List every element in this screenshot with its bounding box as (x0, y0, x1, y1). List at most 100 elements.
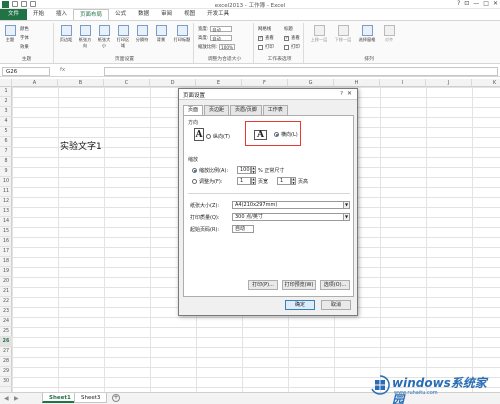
row-header[interactable]: 11 (0, 187, 12, 197)
print-quality-dropdown-icon[interactable]: ▼ (343, 214, 349, 220)
paper-size-dropdown-icon[interactable]: ▼ (343, 202, 349, 208)
row-header[interactable]: 9 (0, 167, 12, 177)
row-header[interactable]: 1 (0, 87, 12, 97)
print-area-button[interactable]: 打印区域 (115, 25, 131, 49)
adjust-to-radio[interactable] (192, 168, 197, 173)
row-header[interactable]: 2 (0, 97, 12, 107)
fit-tall-spinner[interactable]: ▲ ▼ (291, 177, 296, 185)
column-header[interactable]: H (334, 79, 380, 87)
margins-button[interactable]: 页边距 (58, 25, 74, 43)
cancel-button[interactable]: 取消 (321, 300, 351, 310)
column-header[interactable]: A (12, 79, 58, 87)
tab-review[interactable]: 审阅 (155, 9, 178, 20)
row-header[interactable]: 3 (0, 107, 12, 117)
size-button[interactable]: 纸张大小 (96, 25, 112, 49)
orientation-button[interactable]: 纸张方向 (77, 25, 93, 49)
tab-developer[interactable]: 开发工具 (201, 9, 235, 20)
ribbon-display-icon[interactable]: ⊡ (464, 0, 469, 7)
row-header[interactable]: 4 (0, 117, 12, 127)
print-button[interactable]: 打印(P)... (248, 280, 278, 290)
insert-function-icon[interactable]: fx (60, 67, 65, 73)
row-header[interactable]: 23 (0, 307, 12, 317)
tab-file[interactable]: 文件 (0, 9, 28, 20)
row-header[interactable]: 27 (0, 347, 12, 357)
row-header[interactable]: 28 (0, 357, 12, 367)
select-all-corner[interactable] (0, 79, 12, 87)
first-page-number-input[interactable]: 自动 (232, 225, 254, 233)
dialog-help-icon[interactable]: ? (340, 91, 343, 97)
breaks-button[interactable]: 分隔符 (134, 25, 150, 43)
ok-button[interactable]: 确定 (285, 300, 315, 310)
column-header[interactable]: G (288, 79, 334, 87)
row-header[interactable]: 30 (0, 377, 12, 387)
effects-menu[interactable]: 效果 (20, 44, 29, 50)
row-header[interactable]: 8 (0, 157, 12, 167)
adjust-to-spinner[interactable]: ▲ ▼ (251, 166, 256, 174)
fit-to-option[interactable]: 调整为(F): (192, 178, 222, 185)
paper-size-select[interactable]: A4(210x297mm) ▼ (232, 201, 350, 209)
formula-input[interactable] (104, 67, 498, 76)
name-box[interactable]: G26 (2, 67, 50, 76)
row-header[interactable]: 6 (0, 137, 12, 147)
height-select[interactable]: 自动 (210, 35, 233, 41)
row-header[interactable]: 20 (0, 277, 12, 287)
dialog-close-icon[interactable]: ✕ (345, 90, 354, 98)
dialog-tab-margins[interactable]: 页边距 (204, 105, 230, 115)
maximize-button[interactable]: □ (483, 0, 489, 7)
row-header[interactable]: 21 (0, 287, 12, 297)
tab-formulas[interactable]: 公式 (109, 9, 132, 20)
column-header[interactable]: E (196, 79, 242, 87)
align-button[interactable]: 对齐 (380, 25, 398, 43)
row-header[interactable]: 16 (0, 237, 12, 247)
row-header[interactable]: 5 (0, 127, 12, 137)
sheet-tab-sheet1[interactable]: Sheet1 (42, 393, 78, 403)
send-backward-button[interactable]: 下移一层 (332, 25, 354, 43)
column-header[interactable]: I (380, 79, 426, 87)
width-select[interactable]: 自动 (210, 26, 233, 32)
help-icon[interactable]: ? (457, 0, 460, 7)
gridlines-print-checkbox[interactable] (258, 44, 263, 50)
adjust-to-option[interactable]: 缩放比例(A): (192, 167, 228, 174)
sheet-prev-icon[interactable]: ◀ (4, 395, 9, 402)
tab-page-layout[interactable]: 页面布局 (73, 9, 110, 20)
options-button[interactable]: 选项(O)... (320, 280, 350, 290)
cell-b6-text[interactable]: 实验文字1 (60, 139, 102, 152)
column-header[interactable]: B (58, 79, 104, 87)
fit-wide-spinner[interactable]: ▲ ▼ (251, 177, 256, 185)
themes-button[interactable]: 主题 (2, 25, 18, 43)
tab-view[interactable]: 视图 (178, 9, 201, 20)
dialog-tab-sheet[interactable]: 工作表 (262, 105, 288, 115)
fonts-menu[interactable]: 字体 (20, 35, 29, 41)
row-header[interactable]: 18 (0, 257, 12, 267)
fit-wide-input[interactable]: 1 (237, 177, 251, 185)
row-header[interactable]: 15 (0, 227, 12, 237)
tab-data[interactable]: 数据 (132, 9, 155, 20)
row-header[interactable]: 29 (0, 367, 12, 377)
column-header[interactable]: J (426, 79, 472, 87)
fit-tall-input[interactable]: 1 (277, 177, 291, 185)
minimize-button[interactable]: — (473, 0, 479, 7)
sheet-tab-sheet3[interactable]: Sheet3 (74, 393, 108, 403)
portrait-option[interactable]: 纵向(T) (206, 133, 230, 140)
row-header[interactable]: 25 (0, 327, 12, 337)
row-header[interactable]: 14 (0, 217, 12, 227)
adjust-to-input[interactable]: 100 (237, 166, 251, 174)
row-header[interactable]: 17 (0, 247, 12, 257)
row-header[interactable]: 13 (0, 207, 12, 217)
dialog-tab-header-footer[interactable]: 页眉/页脚 (230, 105, 262, 115)
row-header[interactable]: 10 (0, 177, 12, 187)
fit-to-radio[interactable] (192, 179, 197, 184)
close-window-button[interactable]: ✕ (493, 0, 498, 7)
column-header[interactable]: F (242, 79, 288, 87)
column-header[interactable]: C (104, 79, 150, 87)
headings-view-checkbox[interactable]: ✓ (284, 35, 289, 41)
row-header[interactable]: 24 (0, 317, 12, 327)
add-sheet-icon[interactable]: + (112, 394, 120, 402)
colors-menu[interactable]: 颜色 (20, 26, 29, 32)
row-header[interactable]: 26 (0, 337, 12, 347)
gridlines-view-checkbox[interactable]: ✓ (258, 35, 263, 41)
print-quality-select[interactable]: 300 点/英寸 ▼ (232, 213, 350, 221)
scale-input[interactable]: 100% (219, 44, 236, 50)
print-preview-button[interactable]: 打印预览(W) (282, 280, 316, 290)
tab-insert[interactable]: 插入 (50, 9, 73, 20)
